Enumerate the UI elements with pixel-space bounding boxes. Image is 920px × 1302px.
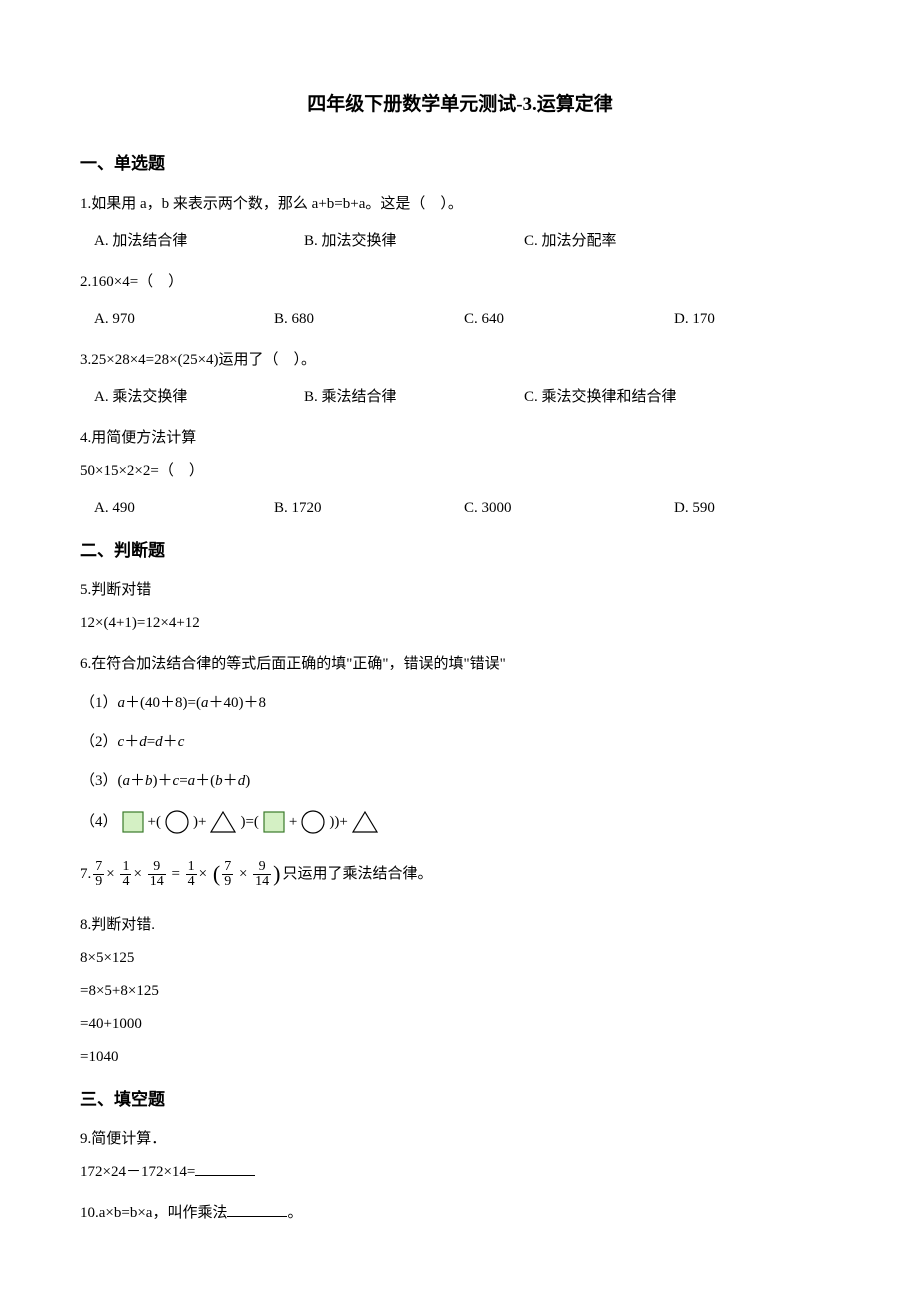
q2-stem: 2.160×4=（ ） [80,266,840,299]
q8-line4: =40+1000 [80,1008,840,1041]
q6-part3: （3）(a＋b)＋c=a＋(b＋d) [80,765,840,798]
q10: 10.a×b=b×a，叫作乘法 。 [80,1197,840,1230]
q7-prefix: 7. [80,856,91,892]
q6: 6.在符合加法结合律的等式后面正确的填"正确"，错误的填"错误" （1）a＋(4… [80,648,840,840]
q2-choice-b: B. 680 [274,303,464,336]
q8-line2: 8×5×125 [80,942,840,975]
q9-line2: 172×24－172×14= [80,1156,840,1189]
q10-pre: 10.a×b=b×a，叫作乘法 [80,1205,227,1221]
q1-stem: 1.如果用 a，b 来表示两个数，那么 a+b=b+a。这是（ ）。 [80,188,840,221]
q6-part2: （2）c＋d=d＋c [80,726,840,759]
section-2-header: 二、判断题 [80,537,840,564]
q10-post: 。 [287,1205,302,1221]
q6-part1: （1）a＋(40＋8)=(a＋40)＋8 [80,687,840,720]
q2-choice-d: D. 170 [674,303,840,336]
q7-tail: 只运用了乘法结合律。 [283,856,433,892]
q6-p4-prefix: （4） [80,804,118,840]
circle-icon [300,809,326,835]
q3-choice-c: C. 乘法交换律和结合律 [524,381,840,414]
fraction-icon: 79 [93,860,104,889]
page-title: 四年级下册数学单元测试-3.运算定律 [80,90,840,120]
q2-choice-c: C. 640 [464,303,674,336]
q6-part4: （4） +( )+ )=( + ))+ [80,804,840,840]
fraction-icon: 14 [120,860,131,889]
triangle-icon [209,809,237,835]
q9: 9.简便计算． 172×24－172×14= [80,1123,840,1189]
q4-choice-a: A. 490 [94,492,274,525]
q1-choices: A. 加法结合律 B. 加法交换律 C. 加法分配率 [80,225,840,258]
q7: 7. 79 × 14 × 914 = 14 × ( 79 × 914 ) 只运用… [80,848,840,901]
q1: 1.如果用 a，b 来表示两个数，那么 a+b=b+a。这是（ ）。 A. 加法… [80,188,840,258]
q4-choice-b: B. 1720 [274,492,464,525]
q2-choice-a: A. 970 [94,303,274,336]
q8-line3: =8×5+8×125 [80,975,840,1008]
q5-line1: 5.判断对错 [80,574,840,607]
fraction-icon: 14 [186,860,197,889]
fraction-icon: 914 [148,860,166,889]
square-icon [121,810,145,834]
q5-line2: 12×(4+1)=12×4+12 [80,607,840,640]
fill-blank [227,1201,287,1217]
q4-choices: A. 490 B. 1720 C. 3000 D. 590 [80,492,840,525]
section-3-header: 三、填空题 [80,1086,840,1113]
q8-line1: 8.判断对错. [80,909,840,942]
fraction-icon: 79 [222,860,233,889]
q4-line1: 4.用简便方法计算 [80,422,840,455]
q2: 2.160×4=（ ） A. 970 B. 680 C. 640 D. 170 [80,266,840,336]
q4-line2: 50×15×2×2=（ ） [80,455,840,488]
q4: 4.用简便方法计算 50×15×2×2=（ ） A. 490 B. 1720 C… [80,422,840,525]
q6-p1-prefix: （1） [80,695,118,711]
circle-icon [164,809,190,835]
q1-choice-b: B. 加法交换律 [304,225,524,258]
q3: 3.25×28×4=28×(25×4)运用了（ ）。 A. 乘法交换律 B. 乘… [80,344,840,414]
q6-p3-prefix: （3） [80,773,118,789]
q8: 8.判断对错. 8×5×125 =8×5+8×125 =40+1000 =104… [80,909,840,1074]
q2-choices: A. 970 B. 680 C. 640 D. 170 [80,303,840,336]
triangle-icon [351,809,379,835]
q3-choice-b: B. 乘法结合律 [304,381,524,414]
q4-choice-d: D. 590 [674,492,840,525]
q6-stem: 6.在符合加法结合律的等式后面正确的填"正确"，错误的填"错误" [80,648,840,681]
q6-p2-prefix: （2） [80,734,118,750]
q3-stem: 3.25×28×4=28×(25×4)运用了（ ）。 [80,344,840,377]
q1-choice-a: A. 加法结合律 [94,225,304,258]
q9-line1: 9.简便计算． [80,1123,840,1156]
q4-choice-c: C. 3000 [464,492,674,525]
q3-choice-a: A. 乘法交换律 [94,381,304,414]
q1-choice-c: C. 加法分配率 [524,225,840,258]
q3-choices: A. 乘法交换律 B. 乘法结合律 C. 乘法交换律和结合律 [80,381,840,414]
section-1-header: 一、单选题 [80,150,840,177]
square-icon [262,810,286,834]
q8-line5: =1040 [80,1041,840,1074]
fraction-icon: 914 [253,860,271,889]
q5: 5.判断对错 12×(4+1)=12×4+12 [80,574,840,640]
fill-blank [195,1160,255,1176]
